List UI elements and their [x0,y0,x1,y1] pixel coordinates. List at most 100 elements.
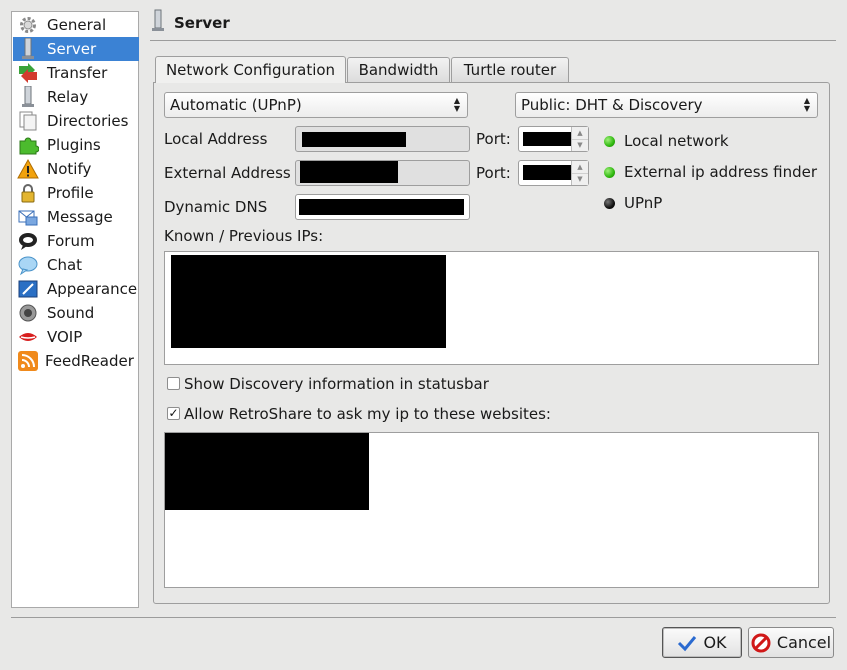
discovery-mode-select[interactable]: Public: DHT & Discovery ▲ ▼ [515,92,818,118]
external-port-label: Port: [476,164,511,182]
external-port-spinbox[interactable]: ▲ ▼ [518,160,589,186]
cancel-button[interactable]: Cancel [748,627,834,658]
sidebar-item-label: Sound [47,304,95,322]
tab-turtle-router[interactable]: Turtle router [451,57,569,82]
sidebar-item-label: Appearance [47,280,138,298]
ok-button[interactable]: OK [662,627,742,658]
allow-ip-label: Allow RetroShare to ask my ip to these w… [184,405,551,423]
sidebar-item-forum[interactable]: Forum [13,229,139,253]
sidebar-item-label: Notify [47,160,92,178]
rss-icon [17,350,39,372]
redacted-local-port [523,132,571,146]
sidebar-item-notify[interactable]: Notify [13,157,139,181]
local-address-label: Local Address [164,130,268,148]
local-port-spinbox[interactable]: ▲ ▼ [518,126,589,152]
puzzle-icon [17,134,39,156]
ok-button-label: OK [703,633,727,652]
sidebar-item-directories[interactable]: Directories [13,109,139,133]
spin-buttons[interactable]: ▲ ▼ [571,161,588,185]
sidebar-item-general[interactable]: General [13,13,139,37]
upnp-status-led-icon [604,198,615,209]
spin-up-icon[interactable]: ▲ [572,161,588,173]
known-ips-label: Known / Previous IPs: [164,227,324,245]
local-port-label: Port: [476,130,511,148]
external-ip-finder-status-label: External ip address finder [624,163,818,181]
sidebar-item-label: Chat [47,256,83,274]
local-network-status-label: Local network [624,132,729,150]
header-divider [150,40,836,41]
sidebar-item-label: Profile [47,184,94,202]
known-ips-list[interactable] [164,251,819,365]
sidebar-item-relay[interactable]: Relay [13,85,139,109]
sidebar-item-sound[interactable]: Sound [13,301,139,325]
show-discovery-checkbox[interactable] [167,377,180,390]
redacted-websites-list [165,433,369,510]
sidebar-item-chat[interactable]: Chat [13,253,139,277]
relay-icon [17,86,39,108]
sidebar-item-server[interactable]: Server [13,37,139,61]
sidebar-item-appearance[interactable]: Appearance [13,277,139,301]
redacted-local-address [302,132,406,147]
up-down-arrows-icon: ▲ ▼ [803,96,811,113]
sidebar-item-label: Forum [47,232,95,250]
appearance-icon [17,278,39,300]
forum-icon [17,230,39,252]
external-address-field[interactable] [295,160,470,186]
external-ip-finder-status-led-icon [604,167,615,178]
dynamic-dns-field[interactable] [295,194,470,220]
redacted-external-port [523,165,571,180]
sidebar-item-label: VOIP [47,328,83,346]
spin-down-icon[interactable]: ▼ [572,138,588,152]
nat-mode-select[interactable]: Automatic (UPnP) ▲ ▼ [164,92,468,118]
sidebar-item-message[interactable]: Message [13,205,139,229]
local-network-status-led-icon [604,136,615,147]
checkmark-icon [677,634,697,652]
tab-label: Turtle router [463,61,557,79]
checkmark-icon: ✓ [168,406,179,420]
transfer-icon [17,62,39,84]
directories-icon [17,110,39,132]
upnp-status-label: UPnP [624,194,663,212]
sidebar-item-profile[interactable]: Profile [13,181,139,205]
warning-icon [17,158,39,180]
sidebar-item-label: General [47,16,107,34]
sidebar-item-plugins[interactable]: Plugins [13,133,139,157]
spin-buttons[interactable]: ▲ ▼ [571,127,588,151]
up-down-arrows-icon: ▲ ▼ [453,96,461,113]
allow-ip-checkbox[interactable]: ✓ [167,407,180,420]
tab-network-configuration[interactable]: Network Configuration [155,56,346,83]
tab-label: Network Configuration [165,61,336,79]
settings-sidebar: General Server Transfer Relay Directorie… [11,11,139,608]
page-title: Server [174,14,230,32]
server-icon [17,38,39,60]
redacted-external-address [300,161,398,183]
tab-bandwidth[interactable]: Bandwidth [347,57,450,82]
redacted-ip-list [171,255,446,348]
dynamic-dns-label: Dynamic DNS [164,198,268,216]
spin-up-icon[interactable]: ▲ [572,127,588,139]
chat-bubble-icon [17,254,39,276]
page-header: Server [150,9,230,37]
spin-down-icon[interactable]: ▼ [572,172,588,186]
server-icon [150,9,166,37]
cancel-button-label: Cancel [776,633,832,652]
sidebar-item-voip[interactable]: VOIP [13,325,139,349]
sidebar-item-transfer[interactable]: Transfer [13,61,139,85]
sidebar-item-label: Plugins [47,136,101,154]
local-address-field[interactable] [295,126,470,152]
sidebar-item-label: Directories [47,112,129,130]
sidebar-item-label: FeedReader [45,352,134,370]
external-address-label: External Address [164,164,291,182]
lock-icon [17,182,39,204]
speaker-icon [17,302,39,324]
tab-label: Bandwidth [358,61,439,79]
show-discovery-label: Show Discovery information in statusbar [184,375,489,393]
message-icon [17,206,39,228]
lips-icon [17,326,39,348]
bottom-divider [11,617,836,618]
sidebar-item-label: Message [47,208,113,226]
sidebar-item-label: Server [47,40,97,58]
sidebar-item-feedreader[interactable]: FeedReader [13,349,139,373]
ip-websites-list[interactable] [164,432,819,588]
cancel-icon [751,633,771,653]
